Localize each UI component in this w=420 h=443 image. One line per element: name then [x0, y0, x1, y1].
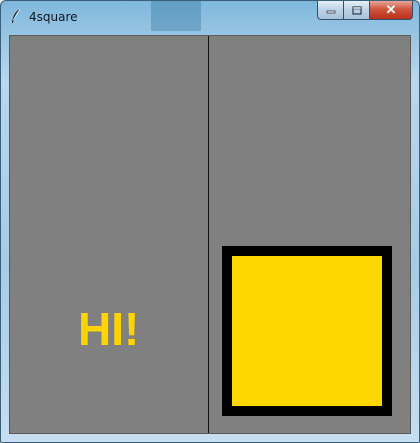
canvas-area[interactable]: HI!: [9, 35, 411, 434]
close-button[interactable]: ✕: [369, 1, 413, 20]
window-title: 4square: [29, 10, 78, 24]
greeting-text: HI!: [78, 303, 140, 355]
minimize-button[interactable]: [317, 1, 343, 20]
app-window: 4square ✕ HI!: [0, 0, 420, 443]
vertical-divider-line: [208, 36, 209, 433]
minimize-icon: [326, 10, 335, 14]
title-bar[interactable]: 4square ✕: [1, 1, 419, 31]
close-icon: ✕: [385, 2, 397, 17]
maximize-icon: [351, 5, 362, 15]
maximize-button[interactable]: [343, 1, 369, 20]
caption-buttons: ✕: [317, 1, 413, 21]
feather-icon: [12, 8, 21, 23]
yellow-square: [222, 246, 392, 416]
